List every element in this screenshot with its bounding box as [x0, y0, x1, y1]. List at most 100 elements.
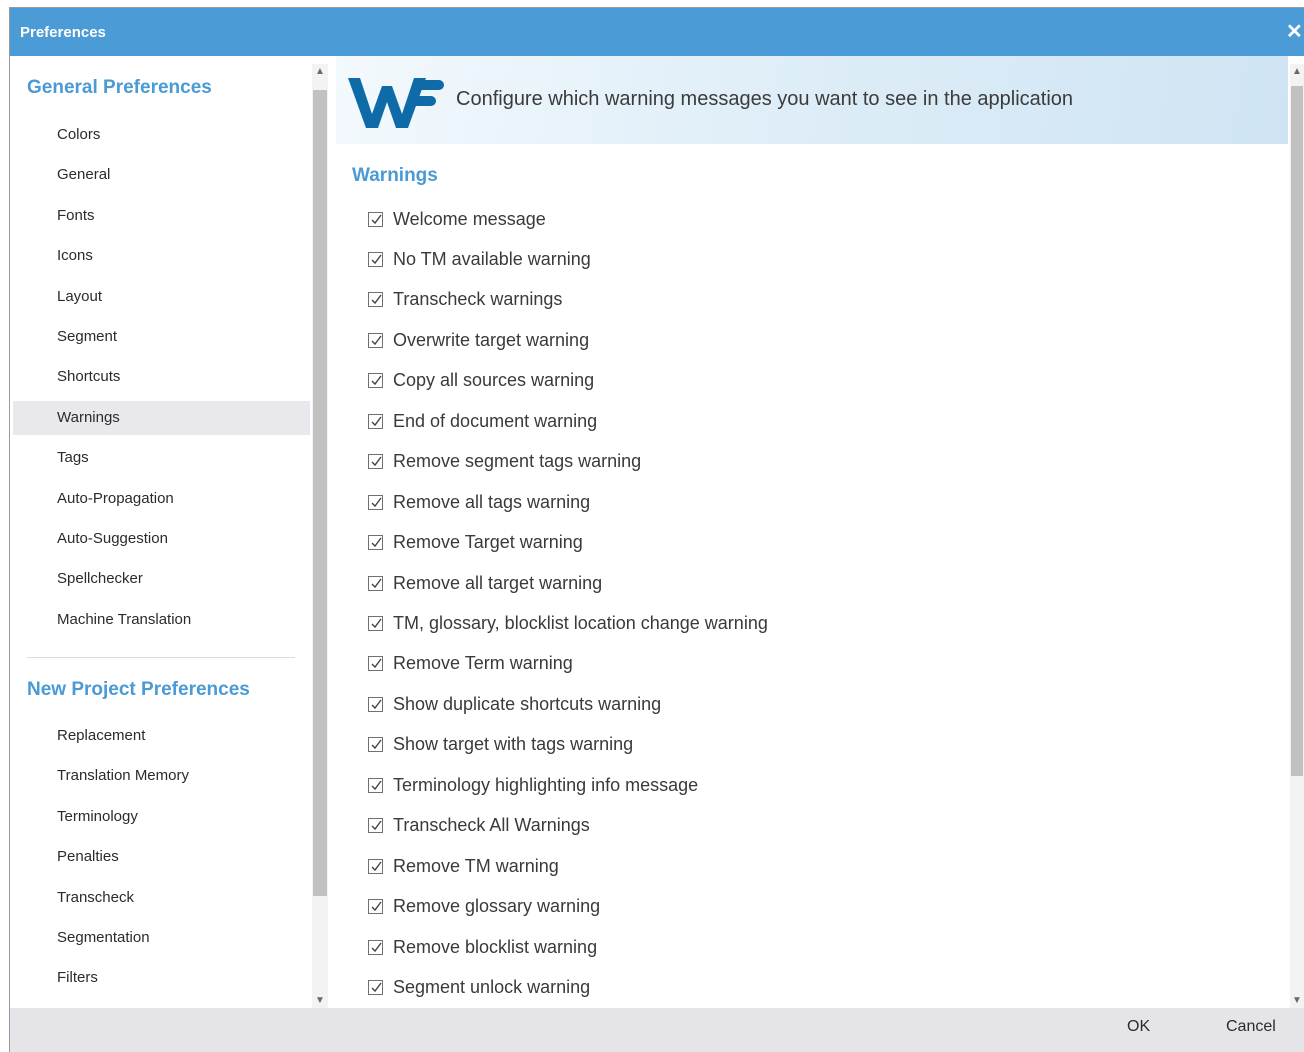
warning-option[interactable]: Terminology highlighting info message	[368, 772, 698, 798]
sidebar-item-filters[interactable]: Filters	[13, 961, 310, 995]
warnings-heading: Warnings	[352, 165, 438, 186]
panel-banner: Configure which warning messages you wan…	[336, 56, 1288, 144]
warning-option[interactable]: Show target with tags warning	[368, 732, 633, 758]
scroll-up-icon[interactable]: ▲	[312, 66, 328, 77]
checkbox[interactable]	[368, 373, 383, 389]
checkbox[interactable]	[368, 656, 383, 672]
warning-option[interactable]: Remove all tags warning	[368, 489, 590, 515]
warning-option[interactable]: Transcheck warnings	[368, 287, 562, 313]
warning-option[interactable]: End of document warning	[368, 408, 597, 434]
warning-option[interactable]: Remove all target warning	[368, 570, 602, 596]
warning-option[interactable]: Remove blocklist warning	[368, 934, 597, 960]
sidebar-item-fonts[interactable]: Fonts	[13, 199, 310, 233]
warning-option[interactable]: Welcome message	[368, 206, 546, 232]
sidebar-item-warnings[interactable]: Warnings	[13, 400, 310, 435]
dialog-footer: OK Cancel	[10, 1008, 1304, 1052]
checkbox[interactable]	[368, 980, 383, 996]
sidebar-item-translation-memory[interactable]: Translation Memory	[13, 759, 310, 793]
warning-option[interactable]: Remove TM warning	[368, 853, 559, 879]
sidebar-divider	[27, 657, 295, 658]
checkbox[interactable]	[368, 939, 383, 955]
warning-option-label: Terminology highlighting info message	[393, 774, 699, 795]
warning-option-label: Remove glossary warning	[393, 896, 601, 917]
checkbox[interactable]	[368, 737, 383, 753]
sidebar-scrollbar[interactable]: ▲ ▼	[312, 64, 328, 1008]
sidebar-item-spellchecker[interactable]: Spellchecker	[13, 562, 310, 596]
sidebar-item-general[interactable]: General	[13, 158, 310, 192]
warning-option-label: Remove blocklist warning	[393, 936, 598, 957]
sidebar-scroll-thumb[interactable]	[313, 90, 327, 896]
warning-option[interactable]: Remove Target warning	[368, 530, 583, 556]
checkbox[interactable]	[368, 818, 383, 834]
checkbox[interactable]	[368, 251, 383, 267]
sidebar-item-tags[interactable]: Tags	[13, 441, 310, 475]
warning-option[interactable]: Remove segment tags warning	[368, 449, 641, 475]
checkbox[interactable]	[368, 332, 383, 348]
warning-option-label: Segment unlock warning	[393, 977, 591, 998]
ok-button[interactable]: OK	[1127, 1018, 1150, 1036]
sidebar-item-segment[interactable]: Segment	[13, 320, 310, 354]
new-project-preferences-heading: New Project Preferences	[27, 679, 250, 700]
warning-option-label: Remove all tags warning	[393, 491, 591, 512]
warning-option[interactable]: Copy all sources warning	[368, 368, 594, 394]
sidebar-item-penalties[interactable]: Penalties	[13, 840, 310, 874]
preferences-dialog: Preferences ✕ General Preferences Colors…	[10, 8, 1304, 1052]
warning-option-label: Transcheck warnings	[393, 289, 563, 310]
warning-option-label: Remove Term warning	[393, 653, 573, 674]
sidebar-item-replacement[interactable]: Replacement	[13, 719, 310, 753]
checkbox[interactable]	[368, 413, 383, 429]
checkbox[interactable]	[368, 696, 383, 712]
checkbox[interactable]	[368, 777, 383, 793]
warning-option[interactable]: Transcheck All Warnings	[368, 813, 590, 839]
warning-option-label: End of document warning	[393, 410, 598, 431]
warning-option-label: Remove TM warning	[393, 855, 559, 876]
warning-option[interactable]: Segment unlock warning	[368, 975, 590, 1001]
checkbox[interactable]	[368, 899, 383, 915]
warning-option[interactable]: Show duplicate shortcuts warning	[368, 691, 661, 717]
checkbox[interactable]	[368, 292, 383, 308]
warning-option-label: Show target with tags warning	[393, 734, 634, 755]
checkbox[interactable]	[368, 575, 383, 591]
warning-option-label: TM, glossary, blocklist location change …	[393, 613, 768, 633]
warning-option-label: Copy all sources warning	[393, 370, 595, 391]
warning-option[interactable]: Overwrite target warning	[368, 327, 589, 353]
cancel-button[interactable]: Cancel	[1226, 1018, 1276, 1036]
warning-option-label: Show duplicate shortcuts warning	[393, 693, 662, 714]
checkbox[interactable]	[368, 535, 383, 551]
scroll-up-icon[interactable]: ▲	[1290, 66, 1304, 77]
title-bar: Preferences ✕	[10, 8, 1304, 56]
checkbox[interactable]	[368, 454, 383, 470]
sidebar-item-terminology[interactable]: Terminology	[13, 800, 310, 834]
sidebar-item-machine-translation[interactable]: Machine Translation	[13, 603, 310, 637]
warning-option-label: No TM available warning	[393, 248, 591, 269]
sidebar-item-auto-propagation[interactable]: Auto-Propagation	[13, 482, 310, 516]
sidebar-item-auto-suggestion[interactable]: Auto-Suggestion	[13, 522, 310, 556]
scroll-down-icon[interactable]: ▼	[1290, 995, 1304, 1006]
warning-option[interactable]: Remove Term warning	[368, 651, 573, 677]
warning-option[interactable]: No TM available warning	[368, 246, 591, 272]
warning-option-label: Remove Target warning	[393, 532, 583, 553]
close-icon[interactable]: ✕	[1286, 20, 1303, 44]
warning-option-label: Transcheck All Warnings	[393, 815, 590, 836]
sidebar-item-colors[interactable]: Colors	[13, 118, 310, 152]
sidebar-item-transcheck[interactable]: Transcheck	[13, 881, 310, 915]
warning-option-label: Remove all target warning	[393, 572, 603, 593]
checkbox[interactable]	[368, 616, 383, 631]
banner-headline: Configure which warning messages you wan…	[456, 88, 1074, 110]
warning-option-label: Remove segment tags warning	[393, 451, 642, 472]
content-scroll-thumb[interactable]	[1291, 86, 1303, 776]
sidebar-item-icons[interactable]: Icons	[13, 239, 310, 273]
content-scrollbar[interactable]: ▲ ▼	[1290, 64, 1304, 1008]
preferences-sidebar: General Preferences Colors General Fonts Ic…	[10, 56, 310, 1008]
checkbox[interactable]	[368, 211, 383, 227]
sidebar-item-shortcuts[interactable]: Shortcuts	[13, 360, 310, 394]
sidebar-item-segmentation[interactable]: Segmentation	[13, 921, 310, 955]
warning-option[interactable]: Remove glossary warning	[368, 894, 600, 920]
window-title: Preferences	[20, 24, 106, 41]
sidebar-item-layout[interactable]: Layout	[13, 280, 310, 314]
checkbox[interactable]	[368, 858, 383, 874]
scroll-down-icon[interactable]: ▼	[312, 995, 328, 1006]
checkbox[interactable]	[368, 494, 383, 510]
warning-option[interactable]: TM, glossary, blocklist location change …	[368, 611, 768, 637]
warning-option-label: Overwrite target warning	[393, 329, 590, 350]
